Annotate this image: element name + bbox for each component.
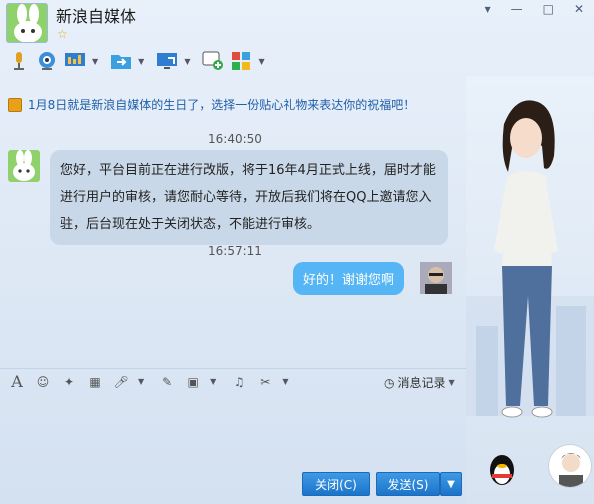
history-label: 消息记录 xyxy=(397,376,446,390)
profile-avatar[interactable] xyxy=(548,444,592,488)
star-icon: ☆ xyxy=(57,27,68,41)
send-button[interactable]: 发送(S) xyxy=(376,472,440,496)
chevron-down-icon[interactable]: ▼ xyxy=(138,377,144,386)
chat-history[interactable]: 1月8日就是新浪自媒体的生日了，选择一份贴心礼物来表达你的祝福吧！ 16:40:… xyxy=(0,86,466,366)
chat-toolbar: ▼ ▼ ▼ ▼ xyxy=(0,46,594,76)
chevron-down-icon[interactable]: ▼ xyxy=(92,57,98,66)
close-icon[interactable]: ✕ xyxy=(574,2,584,16)
edit-icon[interactable]: ✎ xyxy=(158,373,176,391)
contact-name: 新浪自媒体 xyxy=(56,7,137,26)
screenshot-icon[interactable]: ✂ xyxy=(256,373,274,391)
maximize-icon[interactable]: □ xyxy=(543,2,554,16)
side-panel xyxy=(466,76,594,504)
avatar-figure[interactable] xyxy=(466,76,594,504)
window-controls: ▾ — □ ✕ xyxy=(485,2,584,16)
user-avatar-small[interactable] xyxy=(420,262,452,294)
incoming-message: 您好，平台目前正在进行改版，将于16年4月正式上线，届时才能 进行用户的审核，请… xyxy=(50,150,448,245)
font-icon[interactable]: A xyxy=(8,372,26,391)
video-call-icon[interactable] xyxy=(36,50,58,72)
add-chat-icon[interactable] xyxy=(202,50,224,72)
voice-message-icon[interactable]: 🎤︎ xyxy=(112,373,130,391)
outgoing-message: 好的！谢谢您啊 xyxy=(293,262,405,295)
contact-avatar[interactable] xyxy=(6,3,48,43)
message-line: 您好，平台目前正在进行改版，将于16年4月正式上线，届时才能 xyxy=(60,163,436,178)
music-icon[interactable]: ♫ xyxy=(230,373,248,391)
send-options-button[interactable]: ▼ xyxy=(440,472,462,496)
chevron-down-icon[interactable]: ▼ xyxy=(282,377,288,386)
title-bar: 新浪自媒体 ☆ ▾ — □ ✕ xyxy=(0,0,594,46)
message-line: 驻，后台现在处于关闭状态，不能进行审核。 xyxy=(60,217,321,232)
voice-call-icon[interactable] xyxy=(8,50,30,72)
chevron-down-icon: ▼ xyxy=(448,378,455,387)
image-icon[interactable]: ▣ xyxy=(184,373,202,391)
chevron-down-icon[interactable]: ▼ xyxy=(258,57,264,66)
chevron-down-icon[interactable]: ▼ xyxy=(184,57,190,66)
chevron-down-icon[interactable]: ▼ xyxy=(210,377,216,386)
gift-icon xyxy=(8,97,22,112)
message-history-button[interactable]: ◷ 消息记录 ▼ xyxy=(384,374,461,391)
birthday-notice[interactable]: 1月8日就是新浪自媒体的生日了，选择一份贴心礼物来表达你的祝福吧！ xyxy=(8,96,415,113)
chevron-down-icon[interactable]: ▼ xyxy=(138,57,144,66)
remote-desktop-icon[interactable] xyxy=(64,50,86,72)
notice-text[interactable]: 1月8日就是新浪自媒体的生日了，选择一份贴心礼物来表达你的祝福吧！ xyxy=(28,96,415,113)
message-line: 进行用户的审核，请您耐心等待，开放后我们将在QQ上邀请您入 xyxy=(60,190,432,205)
contact-avatar-small[interactable] xyxy=(8,150,40,182)
magic-wand-icon[interactable]: ✦ xyxy=(60,373,78,391)
chevron-down-icon[interactable]: ▾ xyxy=(485,2,491,16)
file-transfer-icon[interactable] xyxy=(110,50,132,72)
screen-share-icon[interactable] xyxy=(156,50,178,72)
minimize-icon[interactable]: — xyxy=(511,2,523,16)
gif-icon[interactable]: ▦ xyxy=(86,373,104,391)
message-input[interactable] xyxy=(0,394,466,464)
emoji-icon[interactable]: ☺ xyxy=(34,373,52,391)
clock-icon: ◷ xyxy=(384,375,395,390)
apps-icon[interactable] xyxy=(230,50,252,72)
chevron-down-icon: ▼ xyxy=(447,478,455,490)
message-timestamp: 16:40:50 xyxy=(208,132,262,146)
qq-penguin-icon[interactable] xyxy=(486,452,518,488)
message-timestamp: 16:57:11 xyxy=(208,244,262,258)
close-button[interactable]: 关闭(C) xyxy=(302,472,370,496)
